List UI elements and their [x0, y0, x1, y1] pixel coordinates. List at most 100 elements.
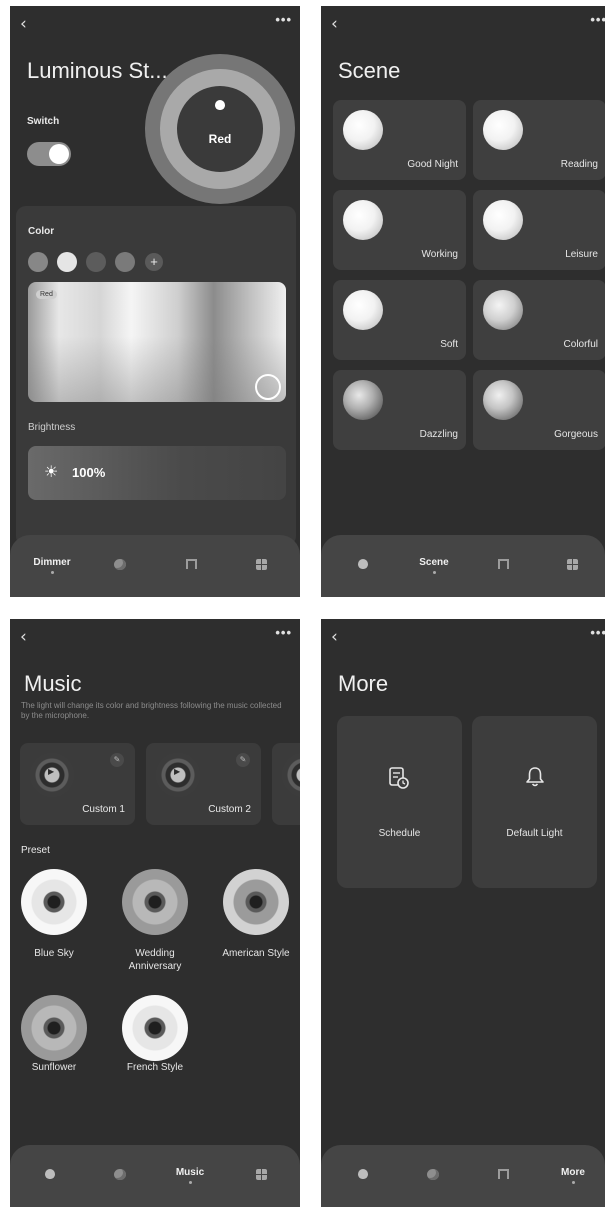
color-tag: Red — [36, 290, 57, 299]
back-icon[interactable]: ‹ — [331, 627, 338, 647]
scene-label: Working — [421, 249, 459, 260]
preset-disc[interactable] — [122, 869, 188, 935]
preset-label: Preset — [21, 845, 50, 856]
scene-card[interactable]: Working — [333, 190, 466, 270]
tab-bar: Dimmer — [10, 535, 300, 597]
color-swatch[interactable] — [57, 252, 77, 272]
play-icon[interactable]: ▶ — [174, 767, 180, 776]
schedule-card[interactable]: Schedule — [337, 716, 462, 888]
scene-card[interactable]: Colorful — [473, 280, 605, 360]
moon-image — [343, 110, 383, 150]
custom-label: Custom 2 — [208, 804, 251, 815]
preset-disc[interactable] — [21, 869, 87, 935]
bulb-icon — [215, 100, 225, 110]
color-swatch[interactable] — [115, 252, 135, 272]
custom-card[interactable]: ▶ ✎ Custom 2 — [146, 743, 261, 825]
scene-label: Dazzling — [419, 429, 458, 440]
play-icon[interactable]: ▶ — [48, 767, 54, 776]
custom-label: Custom 1 — [82, 804, 125, 815]
tab-scene[interactable]: Scene — [404, 557, 464, 574]
preset-disc[interactable] — [21, 995, 87, 1061]
bulb-button[interactable]: Red — [177, 86, 263, 172]
preset-label: Blue Sky — [34, 948, 74, 959]
scene-card[interactable]: Good Night — [333, 100, 466, 180]
more-menu-icon[interactable]: ••• — [590, 625, 605, 640]
bulb-icon[interactable] — [45, 1169, 55, 1179]
back-icon[interactable]: ‹ — [331, 14, 338, 34]
custom-card[interactable]: ▶ ✎ Custom 1 — [20, 743, 135, 825]
back-icon[interactable]: ‹ — [20, 627, 27, 647]
scene-card[interactable]: Reading — [473, 100, 605, 180]
tab-bar: Scene — [321, 535, 605, 597]
bulb-color-label: Red — [208, 132, 232, 146]
page-title: Luminous St... — [27, 58, 168, 83]
sun-icon: ☀ — [44, 464, 59, 481]
moon-image — [483, 110, 523, 150]
preset-label: American Style — [222, 948, 290, 959]
edit-icon[interactable]: ✎ — [236, 753, 250, 767]
bulb-icon[interactable] — [358, 559, 368, 569]
scene-card[interactable]: Leisure — [473, 190, 605, 270]
tab-bar: Music — [10, 1145, 300, 1207]
moon-image — [483, 200, 523, 240]
moon-image — [343, 290, 383, 330]
default-light-label: Default Light — [506, 828, 563, 839]
color-swatch[interactable] — [28, 252, 48, 272]
grid-icon[interactable] — [256, 1169, 267, 1180]
grid-icon[interactable] — [567, 559, 578, 570]
color-swatch[interactable] — [86, 252, 106, 272]
more-screen: ‹ ••• More Schedule Default Light More — [321, 619, 605, 1207]
vinyl-icon — [282, 753, 300, 797]
scene-label: Colorful — [563, 339, 598, 350]
brightness-slider[interactable]: ☀ 100% — [28, 446, 286, 500]
tab-more[interactable]: More — [543, 1167, 603, 1184]
moon-image — [483, 380, 523, 420]
custom-card[interactable] — [272, 743, 300, 825]
switch-knob — [49, 144, 69, 164]
bulb-icon[interactable] — [358, 1169, 368, 1179]
palette-icon[interactable] — [114, 1169, 126, 1180]
moon-image — [483, 290, 523, 330]
scene-card[interactable]: Gorgeous — [473, 370, 605, 450]
power-switch[interactable] — [27, 142, 71, 166]
brightness-value: 100% — [72, 465, 106, 480]
scene-label: Soft — [440, 339, 458, 350]
default-light-card[interactable]: Default Light — [472, 716, 597, 888]
music-icon[interactable] — [498, 1169, 509, 1179]
tab-bar: More — [321, 1145, 605, 1207]
grid-icon[interactable] — [256, 559, 267, 570]
palette-icon[interactable] — [114, 559, 126, 570]
scene-screen: ‹ ••• Scene Good Night Reading Working L… — [321, 6, 605, 597]
page-title: Scene — [338, 58, 401, 83]
music-icon[interactable] — [186, 559, 197, 569]
bell-icon — [526, 767, 544, 787]
moon-image — [343, 380, 383, 420]
dimmer-screen: ‹ ••• Red Luminous St... Switch Color + … — [10, 6, 300, 597]
switch-label: Switch — [27, 116, 60, 127]
music-description: The light will change its color and brig… — [21, 701, 282, 720]
more-menu-icon[interactable]: ••• — [590, 12, 605, 27]
music-screen: ‹ ••• Music The light will change its co… — [10, 619, 300, 1207]
edit-icon[interactable]: ✎ — [110, 753, 124, 767]
preset-disc[interactable] — [122, 995, 188, 1061]
palette-icon[interactable] — [427, 1169, 439, 1180]
schedule-icon — [389, 767, 409, 789]
back-icon[interactable]: ‹ — [20, 14, 27, 34]
tab-dimmer[interactable]: Dimmer — [22, 557, 82, 574]
color-label: Color — [28, 226, 55, 237]
scene-label: Gorgeous — [554, 429, 598, 440]
color-picker-area[interactable]: Red — [28, 282, 286, 402]
scene-card[interactable]: Soft — [333, 280, 466, 360]
music-icon[interactable] — [498, 559, 509, 569]
more-menu-icon[interactable]: ••• — [275, 625, 292, 640]
color-card: Color + Red Brightness ☀ 100% — [16, 206, 296, 546]
preset-disc[interactable] — [223, 869, 289, 935]
schedule-label: Schedule — [378, 828, 421, 839]
tab-music[interactable]: Music — [160, 1167, 220, 1184]
preset-label: Wedding Anniversary — [128, 948, 182, 972]
scene-label: Leisure — [565, 249, 598, 260]
scene-card[interactable]: Dazzling — [333, 370, 466, 450]
more-menu-icon[interactable]: ••• — [275, 12, 292, 27]
color-picker-handle[interactable] — [255, 374, 281, 400]
add-color-button[interactable]: + — [145, 253, 163, 271]
